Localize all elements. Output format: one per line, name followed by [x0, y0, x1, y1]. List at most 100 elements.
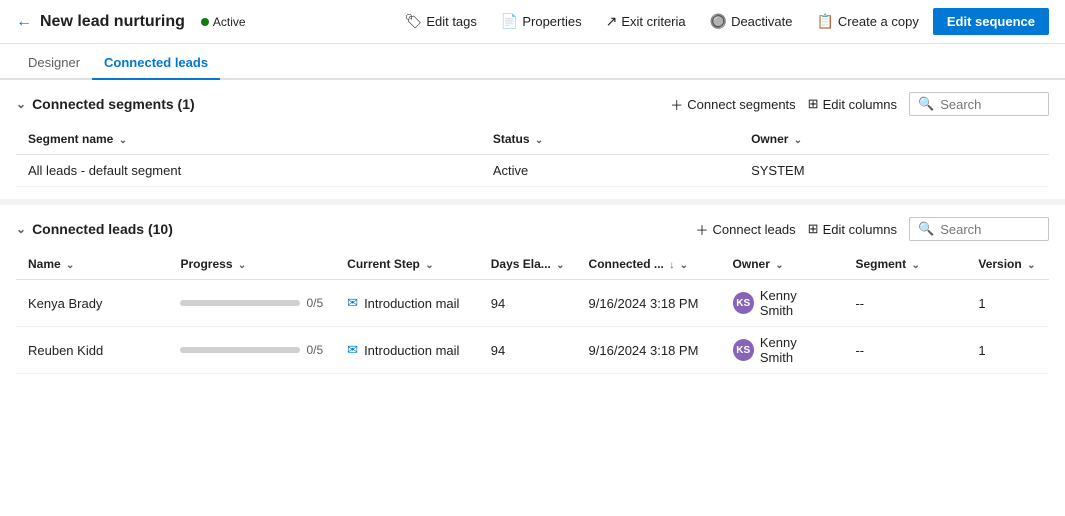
top-bar: ← New lead nurturing Active 🏷 Edit tags … [0, 0, 1065, 44]
segments-section: ⌄ Connected segments (1) ＋ Connect segme… [0, 80, 1065, 187]
status-sort-icon[interactable]: ⌄ [535, 135, 543, 146]
segments-header-row: Segment name ⌄ Status ⌄ Owner ⌄ [16, 124, 1049, 155]
segment-leads-sort-icon[interactable]: ⌄ [911, 260, 919, 271]
edit-sequence-button[interactable]: Edit sequence [933, 8, 1049, 35]
plus-leads-icon: ＋ [696, 220, 709, 239]
col-lead-name: Name ⌄ [16, 249, 168, 280]
step-cell: ✉ Introduction mail [347, 342, 467, 358]
table-row: All leads - default segment Active SYSTE… [16, 155, 1049, 187]
owner-cell-wrap: KS Kenny Smith [733, 335, 832, 365]
version-cell: 1 [966, 327, 1049, 374]
segments-section-title: ⌄ Connected segments (1) [16, 96, 195, 112]
progress-bar-wrap: 0/5 [180, 343, 323, 357]
edit-columns-leads-button[interactable]: ⊞ Edit columns [808, 221, 897, 237]
leads-section-actions: ＋ Connect leads ⊞ Edit columns 🔍 [696, 217, 1049, 241]
leads-search-box: 🔍 [909, 217, 1049, 241]
avatar: KS [733, 292, 754, 314]
days-elapsed-cell: 94 [479, 327, 577, 374]
mail-icon: ✉ [347, 342, 358, 358]
col-connected-date: Connected ... ↓ ⌄ [577, 249, 721, 280]
leads-table: Name ⌄ Progress ⌄ Current Step ⌄ Days El… [16, 249, 1049, 374]
connected-filter-icon[interactable]: ⌄ [680, 260, 688, 271]
lead-name-sort-icon[interactable]: ⌄ [66, 260, 74, 271]
current-step-cell: ✉ Introduction mail [335, 280, 479, 327]
connect-leads-button[interactable]: ＋ Connect leads [696, 220, 796, 239]
owner-leads-sort-icon[interactable]: ⌄ [775, 260, 783, 271]
back-button[interactable]: ← [16, 13, 32, 31]
avatar: KS [733, 339, 754, 361]
step-cell: ✉ Introduction mail [347, 295, 467, 311]
segments-search-box: 🔍 [909, 92, 1049, 116]
segment-name-cell: All leads - default segment [16, 155, 481, 187]
leads-section-title: ⌄ Connected leads (10) [16, 221, 173, 237]
version-sort-icon[interactable]: ⌄ [1027, 260, 1035, 271]
col-status: Status ⌄ [481, 124, 739, 155]
segment-status-cell: Active [481, 155, 739, 187]
col-segment: Segment ⌄ [843, 249, 966, 280]
segment-cell: -- [843, 327, 966, 374]
leads-table-body: Kenya Brady 0/5 ✉ Introduction mail 94 9… [16, 280, 1049, 374]
page-title: New lead nurturing [40, 13, 185, 31]
col-owner: Owner ⌄ [739, 124, 1049, 155]
tab-designer[interactable]: Designer [16, 47, 92, 80]
progress-sort-icon[interactable]: ⌄ [238, 260, 246, 271]
progress-bar [180, 300, 300, 306]
segments-table: Segment name ⌄ Status ⌄ Owner ⌄ All lead… [16, 124, 1049, 187]
current-step-sort-icon[interactable]: ⌄ [425, 260, 433, 271]
progress-bar [180, 347, 300, 353]
status-dot [201, 18, 209, 26]
connected-date-cell: 9/16/2024 3:18 PM [577, 327, 721, 374]
owner-sort-icon[interactable]: ⌄ [794, 135, 802, 146]
owner-name: Kenny Smith [760, 288, 832, 318]
progress-bar-wrap: 0/5 [180, 296, 323, 310]
segments-table-head: Segment name ⌄ Status ⌄ Owner ⌄ [16, 124, 1049, 155]
top-actions: 🏷 Edit tags 📄 Properties ↗ Exit criteria… [395, 8, 1049, 35]
lead-name-cell: Kenya Brady [16, 280, 168, 327]
edit-tags-button[interactable]: 🏷 Edit tags [395, 9, 487, 34]
days-sort-icon[interactable]: ⌄ [556, 260, 564, 271]
segments-table-wrap: Segment name ⌄ Status ⌄ Owner ⌄ All lead… [16, 124, 1049, 187]
plus-icon: ＋ [670, 95, 683, 114]
columns-leads-icon: ⊞ [808, 221, 819, 237]
step-label: Introduction mail [364, 296, 459, 311]
segments-search-icon: 🔍 [918, 96, 934, 112]
leads-chevron-icon[interactable]: ⌄ [16, 222, 26, 236]
edit-tags-icon: 🏷 [405, 13, 423, 30]
exit-criteria-button[interactable]: ↗ Exit criteria [596, 9, 696, 34]
owner-name: Kenny Smith [760, 335, 832, 365]
columns-icon: ⊞ [808, 96, 819, 112]
status-badge: Active [201, 15, 246, 29]
segments-section-actions: ＋ Connect segments ⊞ Edit columns 🔍 [670, 92, 1049, 116]
segment-name-sort-icon[interactable]: ⌄ [119, 135, 127, 146]
properties-button[interactable]: 📄 Properties [491, 9, 592, 34]
status-label: Active [213, 15, 246, 29]
progress-label: 0/5 [306, 343, 323, 357]
deactivate-button[interactable]: 🔘 Deactivate [700, 9, 803, 34]
version-cell: 1 [966, 280, 1049, 327]
tab-connected-leads[interactable]: Connected leads [92, 47, 220, 80]
edit-columns-segments-button[interactable]: ⊞ Edit columns [808, 96, 897, 112]
leads-header-row: Name ⌄ Progress ⌄ Current Step ⌄ Days El… [16, 249, 1049, 280]
owner-cell-wrap: KS Kenny Smith [733, 288, 832, 318]
days-elapsed-cell: 94 [479, 280, 577, 327]
progress-label: 0/5 [306, 296, 323, 310]
col-progress: Progress ⌄ [168, 249, 335, 280]
col-version: Version ⌄ [966, 249, 1049, 280]
connect-segments-button[interactable]: ＋ Connect segments [670, 95, 795, 114]
progress-cell: 0/5 [168, 280, 335, 327]
segments-search-input[interactable] [940, 97, 1040, 112]
tabs: Designer Connected leads [0, 44, 1065, 80]
properties-icon: 📄 [501, 13, 518, 30]
col-lead-owner: Owner ⌄ [721, 249, 844, 280]
connected-sort-icon[interactable]: ↓ [669, 260, 674, 271]
exit-criteria-icon: ↗ [606, 13, 618, 30]
leads-search-input[interactable] [940, 222, 1040, 237]
leads-table-wrap: Name ⌄ Progress ⌄ Current Step ⌄ Days El… [16, 249, 1049, 374]
step-label: Introduction mail [364, 343, 459, 358]
progress-cell: 0/5 [168, 327, 335, 374]
segments-chevron-icon[interactable]: ⌄ [16, 97, 26, 111]
table-row: Kenya Brady 0/5 ✉ Introduction mail 94 9… [16, 280, 1049, 327]
leads-section: ⌄ Connected leads (10) ＋ Connect leads ⊞… [0, 205, 1065, 374]
connected-date-cell: 9/16/2024 3:18 PM [577, 280, 721, 327]
create-copy-button[interactable]: 📋 Create a copy [806, 9, 928, 34]
